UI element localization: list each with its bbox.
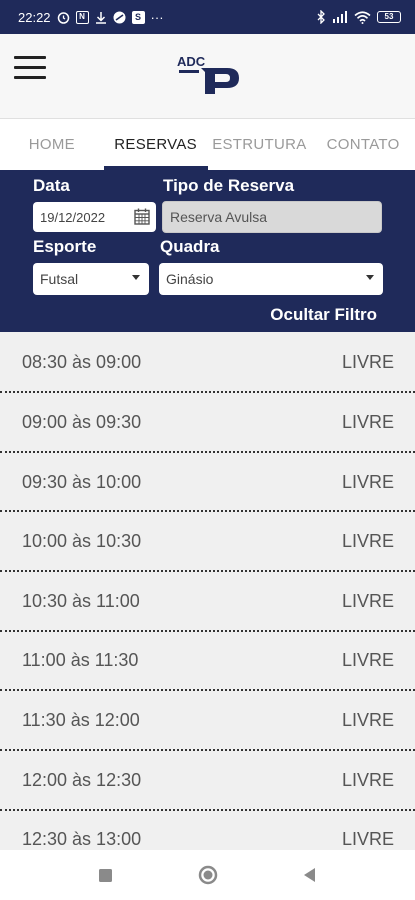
hide-filter-button[interactable]: Ocultar Filtro (270, 305, 377, 325)
slot-time: 09:00 às 09:30 (22, 411, 142, 432)
slot-row[interactable]: 08:30 às 09:00 LIVRE (0, 332, 415, 392)
sport-select[interactable]: Futsal (33, 263, 149, 295)
slot-row[interactable]: 12:30 às 13:00 LIVRE (0, 809, 415, 850)
slot-time: 10:30 às 11:00 (22, 590, 140, 611)
chevron-down-icon (132, 275, 140, 280)
tab-contato[interactable]: CONTATO (311, 119, 415, 170)
slot-status: LIVRE (341, 530, 394, 551)
reservation-type-value: Reserva Avulsa (170, 209, 268, 225)
tab-bar: HOME RESERVAS ESTRUTURA CONTATO (0, 118, 415, 170)
circle-app-icon (113, 11, 126, 24)
status-right: 53 (316, 10, 401, 24)
slot-time: 12:00 às 12:30 (22, 769, 142, 790)
status-left: 22:22 N S ··· (18, 10, 164, 25)
slot-time: 09:30 às 10:00 (22, 471, 142, 492)
recents-square-icon[interactable] (94, 863, 118, 887)
adc-logo: ADC (175, 50, 243, 94)
slot-row[interactable]: 10:30 às 11:00 LIVRE (0, 571, 415, 631)
tab-reservas[interactable]: RESERVAS (103, 119, 208, 170)
slot-status: LIVRE (341, 769, 394, 790)
back-triangle-icon[interactable] (298, 863, 322, 887)
wifi-icon (354, 10, 371, 24)
sport-label: Esporte (33, 237, 97, 256)
slot-list: 08:30 às 09:00 LIVRE 09:00 às 09:30 LIVR… (0, 332, 415, 850)
slot-status: LIVRE (341, 649, 394, 670)
chevron-down-icon (366, 275, 374, 280)
reservation-type-label: Tipo de Reserva (163, 176, 295, 195)
slot-status: LIVRE (341, 590, 394, 611)
slot-time: 08:30 às 09:00 (22, 351, 142, 372)
slot-status: LIVRE (341, 828, 394, 849)
slot-time: 12:30 às 13:00 (22, 828, 142, 849)
download-icon (95, 11, 107, 24)
slot-row[interactable]: 12:00 às 12:30 LIVRE (0, 750, 415, 810)
filter-panel: Data Tipo de Reserva 19/12/2022 Reserva … (0, 170, 415, 332)
slot-time: 11:30 às 12:00 (22, 709, 140, 730)
slot-status: LIVRE (341, 351, 394, 372)
court-label: Quadra (160, 237, 220, 256)
slot-row[interactable]: 10:00 às 10:30 LIVRE (0, 511, 415, 571)
slot-status: LIVRE (341, 411, 394, 432)
signal-icon (332, 11, 348, 23)
slot-row[interactable]: 11:30 às 12:00 LIVRE (0, 690, 415, 750)
more-notifications-icon: ··· (150, 9, 164, 25)
date-value: 19/12/2022 (40, 209, 106, 225)
bluetooth-icon (316, 10, 326, 24)
alarm-icon (57, 11, 70, 24)
app-bar: ADC (0, 34, 415, 118)
notification-n-icon: N (75, 10, 89, 24)
court-value: Ginásio (166, 271, 214, 287)
status-time: 22:22 (18, 9, 51, 25)
calendar-icon[interactable] (134, 208, 150, 225)
reservation-type-field: Reserva Avulsa (162, 201, 382, 233)
slot-row[interactable]: 11:00 às 11:30 LIVRE (0, 630, 415, 690)
battery-icon: 53 (377, 11, 401, 23)
slot-row[interactable]: 09:30 às 10:00 LIVRE (0, 452, 415, 512)
slot-row[interactable]: 09:00 às 09:30 LIVRE (0, 392, 415, 452)
home-circle-icon[interactable] (196, 863, 220, 887)
court-select[interactable]: Ginásio (159, 263, 383, 295)
slot-status: LIVRE (341, 709, 394, 730)
date-field[interactable]: 19/12/2022 (33, 202, 156, 232)
system-navigation-bar (0, 850, 415, 900)
slot-status: LIVRE (341, 471, 394, 492)
tab-home[interactable]: HOME (0, 119, 104, 170)
slot-time: 10:00 às 10:30 (22, 530, 142, 551)
status-bar: 22:22 N S ··· 53 (0, 0, 415, 34)
slot-time: 11:00 às 11:30 (22, 649, 139, 670)
sport-value: Futsal (40, 271, 79, 287)
hamburger-menu-icon[interactable] (14, 56, 46, 80)
logo-text: ADC (177, 54, 206, 69)
date-label: Data (33, 176, 70, 195)
tab-estrutura[interactable]: ESTRUTURA (208, 119, 312, 170)
notification-s-icon: S (131, 10, 145, 24)
